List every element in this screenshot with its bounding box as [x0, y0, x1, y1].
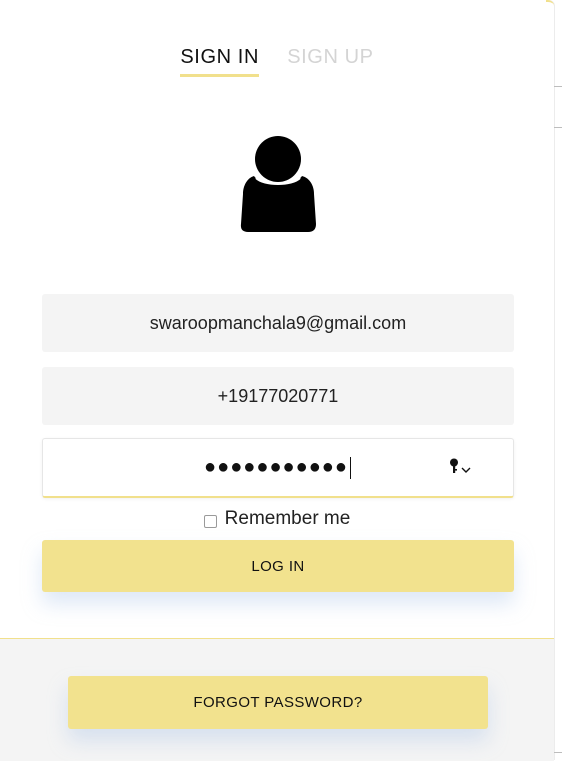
login-card: SIGN IN SIGN UP swaroopmanchala9@gmail.c… — [0, 0, 554, 761]
password-field[interactable]: ●●●●●●●●●●● — [42, 438, 514, 498]
card-corner-accent — [546, 0, 554, 6]
email-value: swaroopmanchala9@gmail.com — [149, 312, 407, 333]
remember-me-row: Remember me — [0, 508, 554, 530]
background-edge-mark — [554, 86, 562, 87]
background-edge-mark — [554, 127, 562, 128]
user-silhouette-icon — [240, 134, 318, 234]
password-value: ●●●●●●●●●●● — [204, 456, 348, 478]
tab-sign-up[interactable]: SIGN UP — [287, 46, 373, 77]
auth-tabs: SIGN IN SIGN UP — [0, 46, 554, 77]
password-manager-button[interactable] — [449, 458, 471, 479]
remember-me-checkbox[interactable] — [203, 514, 217, 528]
background-edge-mark — [554, 752, 562, 753]
login-button[interactable]: LOG IN — [42, 540, 514, 592]
forgot-password-button[interactable]: FORGOT PASSWORD? — [68, 676, 488, 729]
key-icon — [449, 458, 459, 479]
login-button-label: LOG IN — [251, 557, 305, 575]
remember-me-label[interactable]: Remember me — [225, 508, 351, 530]
forgot-password-label: FORGOT PASSWORD? — [193, 694, 363, 711]
email-field[interactable]: swaroopmanchala9@gmail.com — [42, 294, 514, 352]
chevron-down-icon — [461, 458, 471, 479]
text-cursor — [349, 456, 351, 479]
phone-value: +19177020771 — [217, 385, 339, 406]
tab-sign-in[interactable]: SIGN IN — [180, 46, 260, 77]
phone-field[interactable]: +19177020771 — [42, 367, 514, 425]
